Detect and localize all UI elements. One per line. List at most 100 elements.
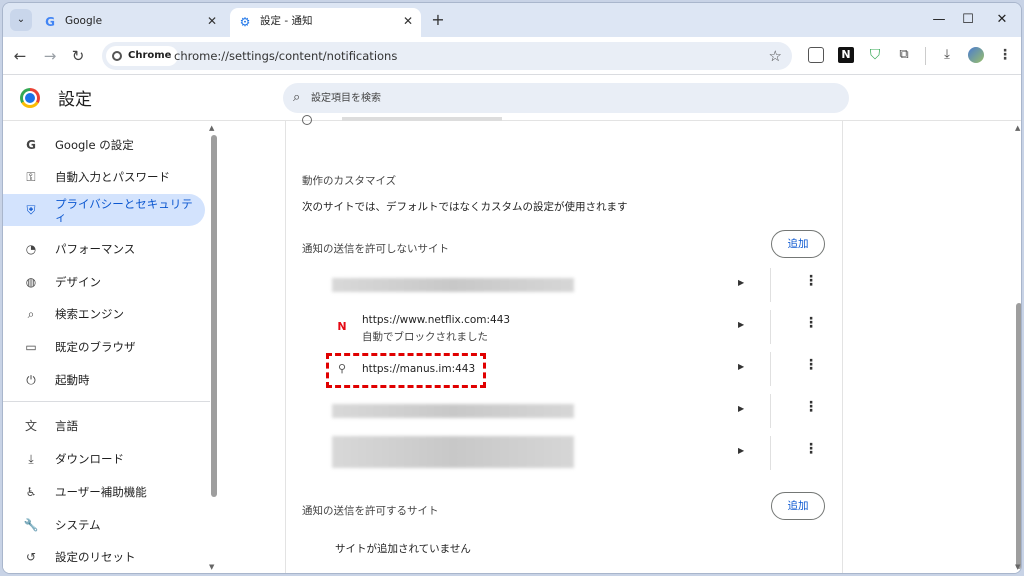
partial-row-cutoff — [302, 115, 502, 125]
add-blocked-site-button[interactable]: 追加 — [771, 230, 825, 258]
sidebar-item-label: デザイン — [55, 275, 101, 289]
tab-google[interactable]: G Google ✕ — [35, 8, 225, 37]
main-scrollbar[interactable] — [1016, 303, 1021, 569]
close-icon[interactable]: ✕ — [207, 8, 217, 35]
row-separator — [770, 394, 771, 428]
sidebar-item-appearance[interactable]: ◍ デザイン — [3, 266, 205, 298]
sidebar-item-label: 既定のブラウザ — [55, 340, 136, 354]
sidebar-item-search-engine[interactable]: ⌕ 検索エンジン — [3, 298, 205, 330]
allowed-sites-heading: 通知の送信を許可するサイト — [302, 505, 439, 517]
bookmark-star-icon[interactable]: ☆ — [769, 42, 782, 70]
window-close-icon[interactable]: ✕ — [988, 9, 1016, 31]
site-row-blocked[interactable]: ▶ ⋮ — [286, 432, 842, 474]
sidebar-item-languages[interactable]: 文 言語 — [3, 410, 205, 442]
blocked-sites-heading: 通知の送信を許可しないサイト — [302, 243, 449, 255]
more-actions-icon[interactable]: ⋮ — [804, 274, 818, 288]
search-icon: ⌕ — [27, 307, 35, 321]
tab-settings-notifications[interactable]: ⚙ 設定 - 通知 ✕ — [230, 8, 421, 37]
address-bar[interactable]: Chrome chrome://settings/content/notific… — [102, 42, 792, 70]
sidebar-item-performance[interactable]: ◔ パフォーマンス — [3, 233, 205, 265]
download-icon[interactable]: ⤓ — [939, 47, 955, 63]
notifications-card: 動作のカスタマイズ 次のサイトでは、デフォルトではなくカスタムの設定が使用されま… — [286, 115, 842, 573]
sidebar-scroll-down-arrow[interactable]: ▼ — [209, 563, 214, 571]
shield-icon: ⛨ — [26, 203, 36, 217]
chrome-icon — [112, 51, 122, 61]
custom-behaviors-heading: 動作のカスタマイズ — [302, 175, 397, 187]
expand-arrow-icon[interactable]: ▶ — [738, 320, 744, 329]
google-g-icon: G — [26, 138, 36, 152]
sidebar-item-system[interactable]: 🔧 システム — [3, 509, 205, 541]
tab-title: Google — [65, 15, 103, 27]
site-row-blocked[interactable]: N https://www.netflix.com:443 自動でブロックされま… — [286, 306, 842, 348]
sidebar-item-label: 自動入力とパスワード — [55, 170, 170, 184]
sidebar-item-label: システム — [55, 518, 101, 532]
minimize-icon[interactable]: — — [925, 9, 953, 31]
expand-arrow-icon[interactable]: ▶ — [738, 362, 744, 371]
blurred-site — [332, 404, 574, 418]
site-url: https://www.netflix.com:443 — [362, 314, 511, 326]
browser-toolbar: ← → ↻ Chrome chrome://settings/content/n… — [3, 37, 1021, 75]
sidebar-item-label: ダウンロード — [55, 452, 124, 466]
cutoff-text-placeholder — [342, 117, 502, 121]
site-row-blocked[interactable]: ▶ ⋮ — [286, 264, 842, 306]
row-separator — [770, 310, 771, 344]
sidebar-item-label: 設定のリセット — [55, 550, 136, 564]
blurred-site — [332, 436, 574, 468]
back-button[interactable]: ← — [9, 45, 31, 67]
shield-extension-icon[interactable]: ⛉ — [867, 47, 883, 63]
chrome-chip-label: Chrome — [128, 50, 172, 61]
sidebar-divider — [3, 401, 210, 402]
row-separator — [770, 436, 771, 470]
sidebar-item-on-startup[interactable]: ⏻ 起動時 — [3, 364, 205, 396]
menu-dots-icon[interactable]: ⋮ — [997, 47, 1013, 63]
url-text[interactable]: chrome://settings/content/notifications — [174, 42, 397, 70]
tab-title: 設定 - 通知 — [260, 15, 313, 27]
sidebar-item-reset[interactable]: ↺ 設定のリセット — [3, 541, 205, 573]
main-scroll-up-arrow[interactable]: ▲ — [1015, 124, 1020, 132]
sidebar-item-label: ユーザー補助機能 — [55, 485, 147, 499]
add-allowed-site-button[interactable]: 追加 — [771, 492, 825, 520]
sidebar-item-label: 言語 — [55, 419, 78, 433]
sidebar-item-label: パフォーマンス — [55, 242, 136, 256]
extension-screenshot-icon[interactable] — [808, 47, 824, 63]
custom-behaviors-description: 次のサイトでは、デフォルトではなくカスタムの設定が使用されます — [302, 201, 628, 213]
more-actions-icon[interactable]: ⋮ — [804, 442, 818, 456]
sidebar-item-autofill[interactable]: ⚿ 自動入力とパスワード — [3, 161, 205, 193]
reload-button[interactable]: ↻ — [67, 45, 89, 67]
browser-icon: ▭ — [25, 340, 37, 354]
highlight-annotation-box — [326, 353, 486, 388]
settings-header: 設定 ⌕ — [3, 75, 1021, 121]
sidebar-item-label: 検索エンジン — [55, 307, 124, 321]
puzzle-extensions-icon[interactable]: ⧉ — [896, 47, 912, 63]
more-actions-icon[interactable]: ⋮ — [804, 316, 818, 330]
chrome-chip[interactable]: Chrome — [106, 46, 179, 66]
sidebar-item-default-browser[interactable]: ▭ 既定のブラウザ — [3, 331, 205, 363]
sidebar-item-label: Google の設定 — [55, 138, 134, 152]
site-status: 自動でブロックされました — [362, 331, 488, 343]
more-actions-icon[interactable]: ⋮ — [804, 358, 818, 372]
forward-button[interactable]: → — [39, 45, 61, 67]
avatar[interactable] — [968, 47, 984, 63]
maximize-icon[interactable]: ☐ — [954, 9, 982, 31]
main-scroll-down-arrow[interactable]: ▼ — [1015, 563, 1020, 571]
search-input[interactable] — [311, 83, 831, 113]
tab-strip: ⌄ G Google ✕ ⚙ 設定 - 通知 ✕ + — ☐ ✕ — [3, 3, 1021, 37]
notion-icon[interactable]: N — [838, 47, 854, 63]
site-row-blocked[interactable]: ▶ ⋮ — [286, 390, 842, 432]
sidebar-scrollbar[interactable] — [211, 135, 217, 497]
close-icon[interactable]: ✕ — [403, 8, 413, 35]
expand-arrow-icon[interactable]: ▶ — [738, 278, 744, 287]
power-icon: ⏻ — [26, 373, 36, 387]
sidebar-item-accessibility[interactable]: ♿ ユーザー補助機能 — [3, 476, 205, 508]
sidebar-scroll-up-arrow[interactable]: ▲ — [209, 124, 214, 132]
new-tab-button[interactable]: + — [427, 9, 449, 31]
expand-arrow-icon[interactable]: ▶ — [738, 404, 744, 413]
more-actions-icon[interactable]: ⋮ — [804, 400, 818, 414]
sidebar-item-downloads[interactable]: ⤓ ダウンロード — [3, 443, 205, 475]
settings-search[interactable]: ⌕ — [283, 83, 849, 113]
tab-search-button[interactable]: ⌄ — [10, 9, 32, 31]
sidebar-item-google[interactable]: G Google の設定 — [3, 129, 205, 161]
translate-icon: 文 — [24, 419, 37, 433]
sidebar-item-privacy[interactable]: ⛨ プライバシーとセキュリティ — [3, 194, 205, 226]
expand-arrow-icon[interactable]: ▶ — [738, 446, 744, 455]
